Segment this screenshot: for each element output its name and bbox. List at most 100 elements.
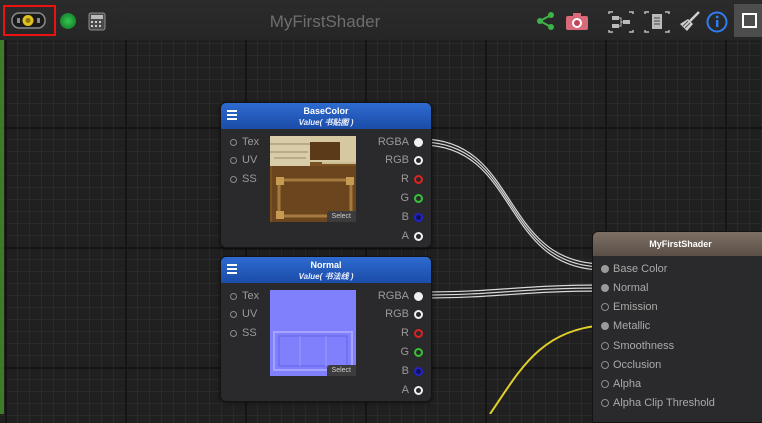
texture-preview[interactable]: Select (270, 136, 356, 222)
port-label: Alpha Clip Threshold (613, 397, 715, 409)
input-port-uv[interactable]: UV (230, 154, 257, 166)
port-label: Emission (613, 301, 658, 313)
port-dot[interactable] (601, 399, 609, 407)
port-dot[interactable] (414, 137, 423, 147)
output-port-r[interactable]: R (373, 173, 423, 185)
master-output-node[interactable]: MyFirstShader Base Color Normal Emission… (592, 231, 762, 423)
port-dot[interactable] (414, 155, 423, 165)
port-dot[interactable] (601, 380, 609, 388)
port-dot[interactable] (414, 347, 423, 357)
master-input-metallic[interactable]: Metallic (601, 320, 650, 332)
port-label: Metallic (613, 320, 651, 332)
master-input-normal[interactable]: Normal (601, 282, 648, 294)
port-dot[interactable] (230, 175, 237, 183)
maximize-icon[interactable] (734, 4, 762, 37)
output-port-g[interactable]: G (373, 192, 423, 204)
texture-node-normal[interactable]: Normal Value( 书法线 ) Tex UV SS Select RGB… (220, 256, 432, 402)
master-input-alpha[interactable]: Alpha (601, 378, 641, 390)
basecolor-wire (420, 138, 605, 271)
port-label: A (401, 230, 409, 242)
port-dot[interactable] (601, 303, 609, 311)
port-dot[interactable] (414, 385, 423, 395)
port-dot[interactable] (414, 309, 423, 319)
graph-layout-icon[interactable] (607, 11, 635, 33)
output-port-rgba[interactable]: RGBA (373, 290, 423, 302)
select-texture-button[interactable]: Select (326, 211, 356, 222)
port-label: SS (242, 173, 257, 185)
master-input-occlusion[interactable]: Occlusion (601, 359, 661, 371)
port-label: Tex (242, 136, 260, 148)
texture-preview[interactable]: Select (270, 290, 356, 376)
output-port-a[interactable]: A (373, 384, 423, 396)
port-dot[interactable] (414, 291, 423, 301)
port-label: G (400, 346, 409, 358)
port-label: Smoothness (613, 340, 675, 352)
port-dot[interactable] (601, 342, 609, 350)
node-header[interactable]: Normal Value( 书法线 ) (221, 257, 431, 283)
port-dot[interactable] (601, 265, 609, 273)
port-dot[interactable] (414, 212, 423, 222)
input-port-tex[interactable]: Tex (230, 136, 259, 148)
output-port-b[interactable]: B (373, 211, 423, 223)
node-title: Normal (310, 260, 342, 270)
node-title: BaseColor (303, 106, 349, 116)
port-label: B (401, 211, 409, 223)
port-label: A (401, 384, 409, 396)
master-input-emission[interactable]: Emission (601, 301, 658, 313)
document-icon[interactable] (643, 11, 671, 33)
texture-node-basecolor[interactable]: BaseColor Value( 书贴图 ) Tex UV SS Select … (220, 102, 432, 248)
camera-icon[interactable] (565, 11, 589, 31)
port-dot[interactable] (230, 310, 237, 318)
port-label: R (401, 173, 409, 185)
input-port-ss[interactable]: SS (230, 327, 257, 339)
port-dot[interactable] (414, 366, 423, 376)
node-subtitle: Value( 书贴图 ) (298, 118, 354, 127)
port-label: UV (242, 308, 258, 320)
output-port-b[interactable]: B (373, 365, 423, 377)
port-dot[interactable] (230, 138, 237, 146)
port-dot[interactable] (230, 156, 237, 164)
port-dot[interactable] (601, 284, 609, 292)
menu-icon[interactable] (227, 264, 237, 274)
output-port-rgb[interactable]: RGB (373, 154, 423, 166)
port-label: RGBA (377, 290, 409, 302)
port-label: RGB (385, 308, 409, 320)
info-icon[interactable] (706, 11, 728, 33)
port-dot[interactable] (601, 322, 609, 330)
toolbar: MyFirstShader (0, 0, 762, 40)
output-port-r[interactable]: R (373, 327, 423, 339)
port-label: R (401, 327, 409, 339)
output-port-rgba[interactable]: RGBA (373, 136, 423, 148)
output-port-g[interactable]: G (373, 346, 423, 358)
port-label: Base Color (613, 263, 668, 275)
menu-icon[interactable] (227, 110, 237, 120)
port-label: B (401, 365, 409, 377)
port-dot[interactable] (414, 193, 423, 203)
port-dot[interactable] (414, 231, 423, 241)
share-icon[interactable] (536, 11, 556, 31)
master-node-title: MyFirstShader (593, 232, 762, 256)
broom-icon[interactable] (679, 10, 701, 32)
select-texture-button[interactable]: Select (326, 365, 356, 376)
output-port-rgb[interactable]: RGB (373, 308, 423, 320)
input-port-tex[interactable]: Tex (230, 290, 259, 302)
port-dot[interactable] (414, 328, 423, 338)
input-port-ss[interactable]: SS (230, 173, 257, 185)
output-port-a[interactable]: A (373, 230, 423, 242)
master-input-base-color[interactable]: Base Color (601, 263, 667, 275)
port-label: RGBA (377, 136, 409, 148)
port-label: UV (242, 154, 258, 166)
canvas-left-edge (0, 0, 4, 414)
port-dot[interactable] (230, 292, 237, 300)
port-dot[interactable] (414, 174, 423, 184)
port-dot[interactable] (230, 329, 237, 337)
port-label: Alpha (613, 378, 642, 390)
master-input-alpha-clip-threshold[interactable]: Alpha Clip Threshold (601, 397, 715, 409)
port-dot[interactable] (601, 361, 609, 369)
metallic-wire (489, 324, 605, 414)
port-label: Normal (613, 282, 649, 294)
master-input-smoothness[interactable]: Smoothness (601, 340, 674, 352)
normal-wire (420, 284, 605, 299)
input-port-uv[interactable]: UV (230, 308, 257, 320)
node-header[interactable]: BaseColor Value( 书贴图 ) (221, 103, 431, 129)
